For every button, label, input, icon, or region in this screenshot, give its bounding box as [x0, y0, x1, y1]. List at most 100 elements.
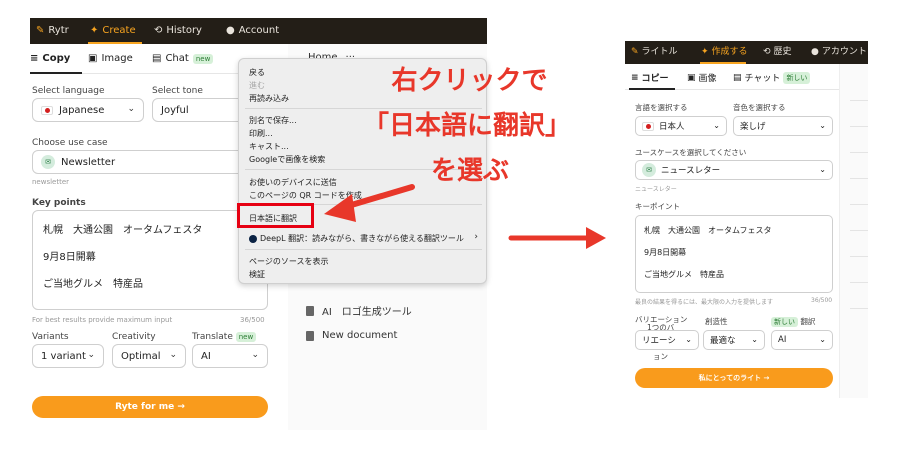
chevron-down-icon: ⌄	[713, 121, 720, 130]
nav-account[interactable]: ● Account	[226, 18, 279, 44]
creativity-label: Creativity	[112, 332, 156, 342]
divider	[850, 126, 868, 127]
keypoints-label: Key points	[32, 198, 86, 208]
ryte-for-me-button[interactable]: 私にとってのライト →	[635, 368, 833, 388]
deepl-icon	[249, 234, 257, 243]
sparkle-icon: ✦	[90, 25, 99, 36]
divider	[850, 178, 868, 179]
translate-select[interactable]: AI ⌄	[192, 344, 268, 368]
keypoints-label: キーポイント	[635, 202, 680, 211]
variants-select[interactable]: 1 variant ⌄	[32, 344, 104, 368]
menu-item-reload[interactable]: 再読み込み	[249, 93, 289, 104]
rytr-logo-icon: ✎	[631, 47, 639, 57]
chevron-down-icon: ⌄	[819, 121, 826, 130]
usecase-hint: newsletter	[32, 178, 70, 186]
document-icon	[306, 305, 314, 316]
nav-create[interactable]: ✦ 作成する	[701, 41, 748, 64]
tab-chat[interactable]: ▤ チャット 新しい	[733, 71, 811, 84]
annotation-line-3: を選ぶ	[430, 156, 509, 186]
creativity-label: 創造性	[705, 317, 728, 326]
tab-underline	[629, 88, 675, 90]
image-icon: ▣	[687, 72, 696, 83]
document-icon	[306, 330, 314, 341]
mail-icon: ✉	[642, 163, 656, 177]
tab-chat[interactable]: ▤ Chat new	[152, 53, 214, 64]
menu-item-google-image[interactable]: Googleで画像を検索	[249, 154, 325, 165]
menu-item-view-source[interactable]: ページのソースを表示	[249, 256, 328, 267]
chat-icon: ▤	[152, 53, 162, 64]
new-badge: new	[192, 53, 214, 64]
menu-item-save-as[interactable]: 別名で保存...	[249, 115, 297, 126]
tab-image[interactable]: ▣ 画像	[687, 71, 717, 85]
menu-item-cast[interactable]: キャスト...	[249, 141, 289, 152]
menu-item-send-device[interactable]: お使いのデバイスに送信	[249, 177, 337, 188]
language-label: 言語を選択する	[635, 103, 688, 112]
keypoints-textarea[interactable]: 札幌 大通公園 オータムフェスタ 9月8日開幕 ご当地グルメ 特産品	[635, 215, 833, 293]
language-select[interactable]: 日本人 ⌄	[635, 116, 727, 136]
japan-flag-icon	[41, 105, 53, 115]
nav-history[interactable]: ⟲ History	[154, 18, 202, 44]
divider	[850, 204, 868, 205]
tab-underline	[30, 72, 82, 74]
ryte-for-me-button[interactable]: Ryte for me →	[32, 396, 268, 418]
nav-logo[interactable]: ✎ ライトル	[631, 41, 678, 64]
menu-separator	[245, 249, 482, 250]
tab-copy[interactable]: ≡ コピー	[631, 71, 669, 85]
tone-select[interactable]: 楽しげ ⌄	[733, 116, 833, 136]
chevron-down-icon: ⌄	[819, 335, 826, 344]
keypoints-count: 36/500	[811, 297, 833, 304]
usecase-hint: ニュースレター	[635, 186, 677, 193]
japan-flag-icon	[642, 121, 654, 131]
divider	[850, 256, 868, 257]
tab-copy[interactable]: ≡ Copy	[30, 53, 70, 64]
creativity-select[interactable]: Optimal ⌄	[112, 344, 186, 368]
rytr-logo-icon: ✎	[36, 25, 45, 36]
keypoints-hint: 最良の結果を得るには、最大限の入力を提供します	[635, 299, 774, 306]
chevron-down-icon: ⌄	[127, 104, 135, 114]
language-label: Select language	[32, 86, 105, 96]
top-nav: ✎ ライトル ✦ 作成する ⟲ 歴史 ● アカウント	[625, 41, 868, 64]
document-item[interactable]: AI ロゴ生成ツール	[306, 303, 412, 318]
variants-wrap-text: ョン	[653, 352, 668, 361]
creativity-select[interactable]: 最適な ⌄	[703, 330, 765, 350]
chevron-down-icon: ⌄	[819, 165, 826, 174]
nav-logo[interactable]: ✎ Rytr	[36, 18, 69, 44]
translate-select[interactable]: AI ⌄	[771, 330, 833, 350]
top-nav: ✎ Rytr ✦ Create ⟲ History ● Account	[30, 18, 487, 44]
keypoints-count: 36/500	[240, 316, 265, 324]
tone-label: Select tone	[152, 86, 203, 96]
chevron-down-icon: ⌄	[751, 335, 758, 344]
menu-item-inspect[interactable]: 検証	[249, 269, 265, 280]
new-badge: 新しい	[783, 71, 811, 84]
divider	[850, 152, 868, 153]
mail-icon: ✉	[41, 155, 55, 169]
nav-account[interactable]: ● アカウント	[811, 41, 867, 64]
user-icon: ●	[226, 25, 235, 36]
tone-label: 音色を選択する	[733, 103, 786, 112]
keypoints-hint: For best results provide maximum input	[32, 316, 173, 324]
keypoints-textarea[interactable]: 札幌 大通公園 オータムフェスタ 9月8日開幕 ご当地グルメ 特産品	[32, 210, 268, 310]
usecase-select[interactable]: ✉ ニュースレター ⌄	[635, 160, 833, 180]
divider	[850, 100, 868, 101]
nav-create[interactable]: ✦ Create	[90, 18, 136, 44]
variants-select[interactable]: リエーシ ⌄	[635, 330, 699, 350]
menu-item-back[interactable]: 戻る	[249, 67, 265, 78]
new-document-item[interactable]: New document	[306, 330, 397, 341]
chat-icon: ▤	[733, 72, 742, 83]
mode-tabs: ≡ コピー ▣ 画像 ▤ チャット 新しい	[625, 64, 839, 90]
usecase-label: ユースケースを選択してください	[635, 148, 747, 157]
translate-label: Translate new	[192, 332, 257, 342]
tab-image[interactable]: ▣ Image	[88, 53, 133, 64]
menu-item-print[interactable]: 印刷...	[249, 128, 273, 139]
highlight-box	[237, 203, 314, 228]
language-select[interactable]: Japanese ⌄	[32, 98, 144, 122]
menu-item-deepl[interactable]: DeepL 翻訳：読みながら、書きながら使える翻訳ツール	[249, 233, 464, 244]
variants-label: Variants	[32, 332, 69, 342]
new-badge: 新しい	[771, 317, 798, 327]
menu-item-forward: 進む	[249, 81, 265, 90]
sparkle-icon: ✦	[701, 47, 709, 57]
image-icon: ▣	[88, 53, 98, 64]
menu-item-qr[interactable]: このページの QR コードを作成	[249, 190, 362, 201]
nav-history[interactable]: ⟲ 歴史	[763, 41, 792, 64]
lines-icon: ≡	[30, 53, 39, 64]
